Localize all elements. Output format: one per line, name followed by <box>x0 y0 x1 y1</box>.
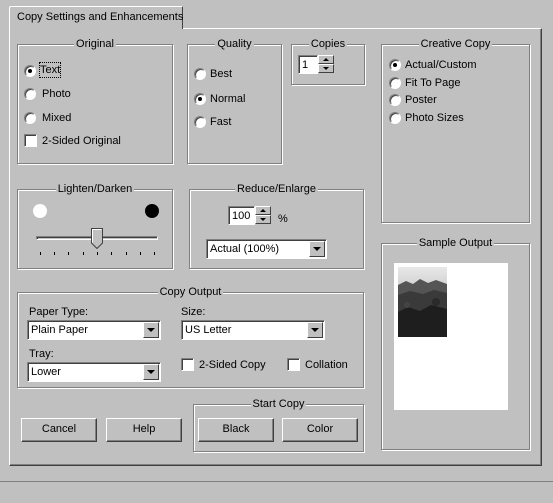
tray-label: Tray: <box>29 348 54 360</box>
reduce-enlarge-preset-value: Actual (100%) <box>210 243 280 255</box>
quality-best-label[interactable]: Best <box>210 67 232 81</box>
status-strip <box>0 481 553 503</box>
original-text-label[interactable]: Text <box>38 62 62 78</box>
creative-copy-title-text: Creative Copy <box>418 38 493 50</box>
size-select[interactable]: US Letter <box>181 320 325 340</box>
creative-poster-label[interactable]: Poster <box>405 93 437 107</box>
quality-title: Quality <box>188 37 281 51</box>
original-title: Original <box>18 37 172 51</box>
two-sided-original-label[interactable]: 2-Sided Original <box>42 134 121 148</box>
original-mixed-label[interactable]: Mixed <box>42 111 71 125</box>
paper-type-label: Paper Type: <box>29 306 89 318</box>
tray-value: Lower <box>31 366 61 378</box>
creative-actual-radio[interactable] <box>389 59 401 71</box>
lighten-darken-slider-thumb[interactable] <box>91 228 103 249</box>
reduce-enlarge-down-arrow-icon[interactable] <box>255 215 271 224</box>
quality-fast-radio[interactable] <box>194 116 206 128</box>
creative-poster-radio[interactable] <box>389 94 401 106</box>
sample-output-page <box>394 263 508 410</box>
tab-label: Copy Settings and Enhancements <box>17 11 184 23</box>
paper-type-dropdown-arrow-icon[interactable] <box>143 322 159 338</box>
paper-type-value: Plain Paper <box>31 324 88 336</box>
two-sided-copy-label[interactable]: 2-Sided Copy <box>199 358 266 372</box>
creative-photo-sizes-radio[interactable] <box>389 112 401 124</box>
start-copy-title: Start Copy <box>194 397 363 411</box>
creative-copy-title: Creative Copy <box>382 37 529 51</box>
reduce-enlarge-title-text: Reduce/Enlarge <box>235 183 318 195</box>
reduce-enlarge-preset-select[interactable]: Actual (100%) <box>206 239 327 259</box>
sample-output-title-text: Sample Output <box>416 237 495 249</box>
tray-dropdown-arrow-icon[interactable] <box>143 364 159 380</box>
size-dropdown-arrow-icon[interactable] <box>307 322 323 338</box>
reduce-enlarge-value: 100 <box>232 210 251 222</box>
sample-output-photo <box>398 267 447 337</box>
original-title-text: Original <box>74 38 116 50</box>
quality-normal-label[interactable]: Normal <box>210 92 245 106</box>
quality-fast-label[interactable]: Fast <box>210 115 231 129</box>
help-button[interactable]: Help <box>106 418 182 442</box>
reduce-enlarge-input[interactable]: 100 <box>228 206 255 225</box>
lighten-darken-title-text: Lighten/Darken <box>55 183 135 195</box>
creative-fit-radio[interactable] <box>389 77 401 89</box>
creative-fit-label[interactable]: Fit To Page <box>405 76 460 90</box>
original-mixed-radio[interactable] <box>24 112 36 124</box>
copies-title-text: Copies <box>308 38 348 50</box>
reduce-enlarge-dropdown-arrow-icon[interactable] <box>309 241 325 257</box>
copy-output-title-text: Copy Output <box>157 286 224 298</box>
original-photo-label[interactable]: Photo <box>42 87 71 101</box>
tab-join <box>10 27 182 30</box>
collation-checkbox[interactable] <box>287 358 300 371</box>
copies-title: Copies <box>292 37 364 51</box>
lighten-circle-icon <box>33 204 47 218</box>
quality-title-text: Quality <box>215 38 254 50</box>
black-copy-button[interactable]: Black <box>198 418 274 442</box>
lighten-darken-title: Lighten/Darken <box>18 182 172 196</box>
copy-output-title: Copy Output <box>18 285 363 299</box>
creative-photo-sizes-label[interactable]: Photo Sizes <box>405 111 464 125</box>
original-photo-radio[interactable] <box>24 88 36 100</box>
tray-select[interactable]: Lower <box>27 362 161 382</box>
copies-down-arrow-icon[interactable] <box>318 64 334 73</box>
original-text-radio[interactable] <box>24 65 36 77</box>
collation-label[interactable]: Collation <box>305 358 348 372</box>
copies-spinner[interactable] <box>318 55 334 74</box>
cancel-button[interactable]: Cancel <box>21 418 97 442</box>
copies-up-arrow-icon[interactable] <box>318 55 334 64</box>
two-sided-copy-checkbox[interactable] <box>181 358 194 371</box>
size-label: Size: <box>181 306 206 318</box>
sample-output-title: Sample Output <box>382 236 529 250</box>
size-value: US Letter <box>185 324 232 336</box>
tab-copy-settings[interactable]: Copy Settings and Enhancements <box>9 6 183 29</box>
quality-normal-radio[interactable] <box>194 93 206 105</box>
reduce-enlarge-unit: % <box>278 213 288 225</box>
color-copy-button[interactable]: Color <box>282 418 358 442</box>
copies-input[interactable]: 1 <box>298 55 318 74</box>
quality-best-radio[interactable] <box>194 68 206 80</box>
two-sided-original-checkbox[interactable] <box>24 134 37 147</box>
paper-type-select[interactable]: Plain Paper <box>27 320 161 340</box>
lighten-darken-ticks <box>40 252 158 256</box>
reduce-enlarge-title: Reduce/Enlarge <box>190 182 363 196</box>
reduce-enlarge-up-arrow-icon[interactable] <box>255 206 271 215</box>
start-copy-title-text: Start Copy <box>250 398 307 410</box>
reduce-enlarge-spinner[interactable] <box>255 206 271 225</box>
copies-value: 1 <box>302 59 309 71</box>
darken-circle-icon <box>145 204 159 218</box>
creative-actual-label[interactable]: Actual/Custom <box>405 58 477 72</box>
